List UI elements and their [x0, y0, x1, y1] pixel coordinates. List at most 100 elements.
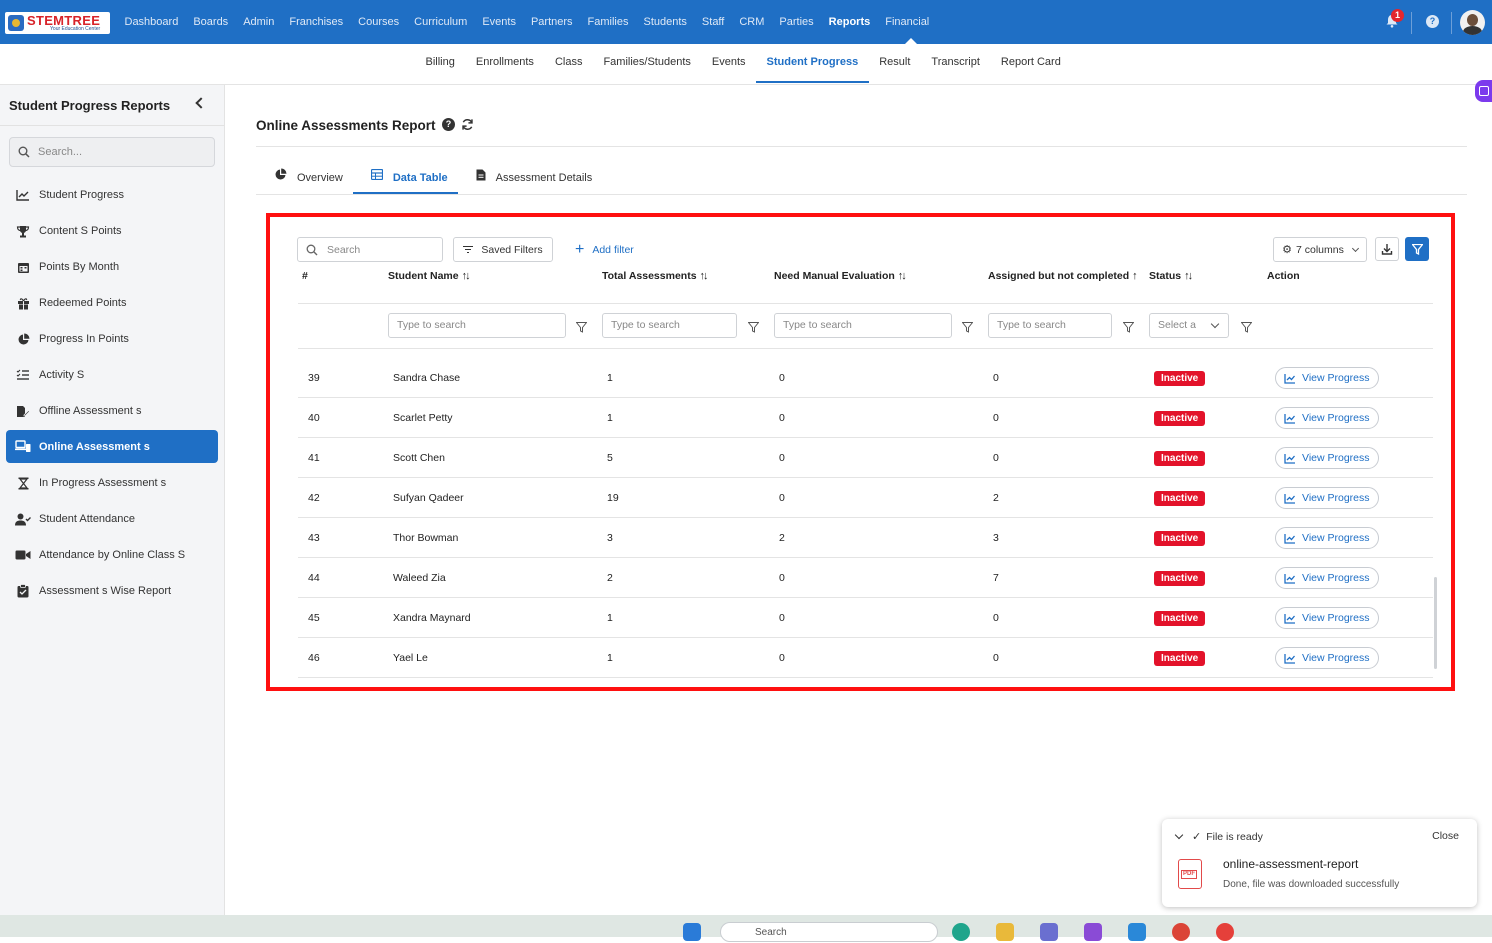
filter-input-student-name[interactable]: Type to search — [388, 313, 566, 338]
subnav-tab-events[interactable]: Events — [701, 44, 756, 83]
edit-fab-button[interactable] — [1475, 80, 1492, 102]
help-icon[interactable]: ? — [1426, 15, 1439, 28]
top-menu-item-crm[interactable]: CRM — [732, 16, 772, 28]
windows-start-icon[interactable] — [683, 923, 701, 941]
top-menu-item-partners[interactable]: Partners — [523, 16, 580, 28]
top-menu-item-curriculum[interactable]: Curriculum — [407, 16, 475, 28]
sidebar-item-offline-assessment-s[interactable]: Offline Assessment s — [0, 393, 218, 429]
column-header-student-name[interactable]: Student Name ↑↓ — [388, 264, 471, 288]
stemtree-logo[interactable]: STEMTREE Your Education Center — [5, 12, 110, 34]
toast-header[interactable]: ✓ File is ready — [1174, 830, 1263, 843]
visual-studio-icon[interactable] — [1084, 923, 1102, 941]
teams-icon[interactable] — [1040, 923, 1058, 941]
sidebar-item-activity-s[interactable]: Activity S — [0, 357, 218, 393]
top-menu-item-parties[interactable]: Parties — [772, 16, 821, 28]
subnav-tab-result[interactable]: Result — [869, 44, 921, 83]
view-tab-overview[interactable]: Overview — [256, 161, 353, 194]
view-progress-button[interactable]: View Progress — [1275, 407, 1379, 429]
vscode-icon[interactable] — [1128, 923, 1146, 941]
cell-num: 43 — [308, 532, 320, 544]
chrome-icon[interactable] — [1172, 923, 1190, 941]
top-menu-item-courses[interactable]: Courses — [351, 16, 407, 28]
subnav-tab-families-students[interactable]: Families/Students — [593, 44, 701, 83]
top-menu-item-students[interactable]: Students — [636, 16, 694, 28]
top-menu-item-families[interactable]: Families — [580, 16, 636, 28]
folder-icon[interactable] — [996, 923, 1014, 941]
sort-icon[interactable]: ↑↓ — [1184, 270, 1193, 282]
subnav-tab-class[interactable]: Class — [544, 44, 593, 83]
view-tab-assessment-details[interactable]: Assessment Details — [458, 161, 603, 194]
chevron-down-icon[interactable] — [1174, 830, 1184, 840]
cell-num: 46 — [308, 652, 320, 664]
app-icon[interactable] — [1216, 923, 1234, 941]
top-menu-item-dashboard[interactable]: Dashboard — [117, 16, 186, 28]
sidebar-item-assessment-s-wise-report[interactable]: Assessment s Wise Report — [0, 573, 218, 609]
add-filter-button[interactable]: + Add filter — [575, 237, 634, 262]
sort-icon[interactable]: ↑↓ — [898, 270, 907, 282]
top-menu-item-financial[interactable]: Financial — [878, 16, 937, 28]
table-scrollbar[interactable] — [1434, 577, 1437, 669]
view-progress-button[interactable]: View Progress — [1275, 487, 1379, 509]
sidebar-item-progress-in-points[interactable]: Progress In Points — [0, 321, 218, 357]
filter-input-assigned-but-not-completed[interactable]: Type to search — [988, 313, 1112, 338]
top-menu-item-events[interactable]: Events — [475, 16, 524, 28]
view-progress-button[interactable]: View Progress — [1275, 567, 1379, 589]
user-avatar[interactable] — [1460, 10, 1485, 35]
edge-icon[interactable] — [952, 923, 970, 941]
sidebar-item-online-assessment-s[interactable]: Online Assessment s — [6, 430, 218, 463]
subnav-tab-transcript[interactable]: Transcript — [921, 44, 991, 83]
status-filter-select[interactable]: Select a — [1149, 313, 1229, 338]
filter-toggle-button[interactable] — [1405, 237, 1429, 261]
sidebar-item-student-progress[interactable]: Student Progress — [0, 177, 218, 213]
subnav-tab-billing[interactable]: Billing — [415, 44, 465, 83]
view-tab-data-table[interactable]: Data Table — [352, 161, 458, 194]
top-menu-item-reports[interactable]: Reports — [821, 16, 878, 28]
column-header-status[interactable]: Status ↑↓ — [1149, 264, 1193, 288]
top-navbar: STEMTREE Your Education Center Dashboard… — [0, 0, 1492, 44]
sort-icon[interactable]: ↑↓ — [462, 270, 471, 282]
filter-input-need-manual-evaluation[interactable]: Type to search — [774, 313, 952, 338]
toast-file-name[interactable]: online-assessment-report — [1223, 857, 1358, 871]
cell-total: 5 — [607, 452, 613, 464]
sidebar-item-student-attendance[interactable]: Student Attendance — [0, 501, 218, 537]
top-menu-item-boards[interactable]: Boards — [186, 16, 236, 28]
column-header-need-manual-evaluation[interactable]: Need Manual Evaluation ↑↓ — [774, 264, 907, 288]
column-filter-icon[interactable] — [1122, 320, 1135, 333]
column-header-total-assessments[interactable]: Total Assessments ↑↓ — [602, 264, 709, 288]
sidebar-search-input[interactable]: Search... — [9, 137, 215, 167]
view-progress-button[interactable]: View Progress — [1275, 367, 1379, 389]
download-button[interactable] — [1375, 237, 1399, 261]
sort-icon[interactable]: ↑↓ — [700, 270, 709, 282]
column-filter-icon[interactable] — [575, 320, 588, 333]
sidebar-item-points-by-month[interactable]: Points By Month — [0, 249, 218, 285]
columns-dropdown[interactable]: ⚙ 7 columns — [1273, 237, 1367, 262]
sidebar-item-redeemed-points[interactable]: Redeemed Points — [0, 285, 218, 321]
collapse-chevron-icon[interactable] — [195, 97, 207, 109]
view-progress-button[interactable]: View Progress — [1275, 647, 1379, 669]
view-progress-button[interactable]: View Progress — [1275, 607, 1379, 629]
cell-name: Scarlet Petty — [393, 412, 453, 424]
taskbar-search[interactable]: Search — [720, 922, 938, 942]
column-filter-icon[interactable] — [961, 320, 974, 333]
sidebar-item-in-progress-assessment-s[interactable]: In Progress Assessment s — [0, 465, 218, 501]
sidebar-item-content-s-points[interactable]: Content S Points — [0, 213, 218, 249]
subnav-tab-report-card[interactable]: Report Card — [990, 44, 1071, 83]
help-icon[interactable]: ? — [442, 118, 455, 131]
table-search-input[interactable]: Search — [297, 237, 443, 262]
top-menu-item-admin[interactable]: Admin — [236, 16, 282, 28]
refresh-icon[interactable] — [461, 118, 474, 131]
sort-asc-icon[interactable]: ↑ — [1132, 270, 1137, 282]
subnav-tab-enrollments[interactable]: Enrollments — [465, 44, 544, 83]
saved-filters-button[interactable]: Saved Filters — [453, 237, 553, 262]
column-filter-icon[interactable] — [747, 320, 760, 333]
column-header-assigned-but-not-completed[interactable]: Assigned but not completed ↑ — [988, 264, 1137, 288]
column-filter-icon[interactable] — [1240, 320, 1253, 333]
view-progress-button[interactable]: View Progress — [1275, 447, 1379, 469]
view-progress-button[interactable]: View Progress — [1275, 527, 1379, 549]
sidebar-item-attendance-by-online-class-s[interactable]: Attendance by Online Class S — [0, 537, 218, 573]
top-menu-item-staff[interactable]: Staff — [694, 16, 731, 28]
filter-input-total-assessments[interactable]: Type to search — [602, 313, 737, 338]
toast-close-button[interactable]: Close — [1432, 830, 1459, 842]
subnav-tab-student-progress[interactable]: Student Progress — [756, 44, 869, 83]
top-menu-item-franchises[interactable]: Franchises — [282, 16, 351, 28]
